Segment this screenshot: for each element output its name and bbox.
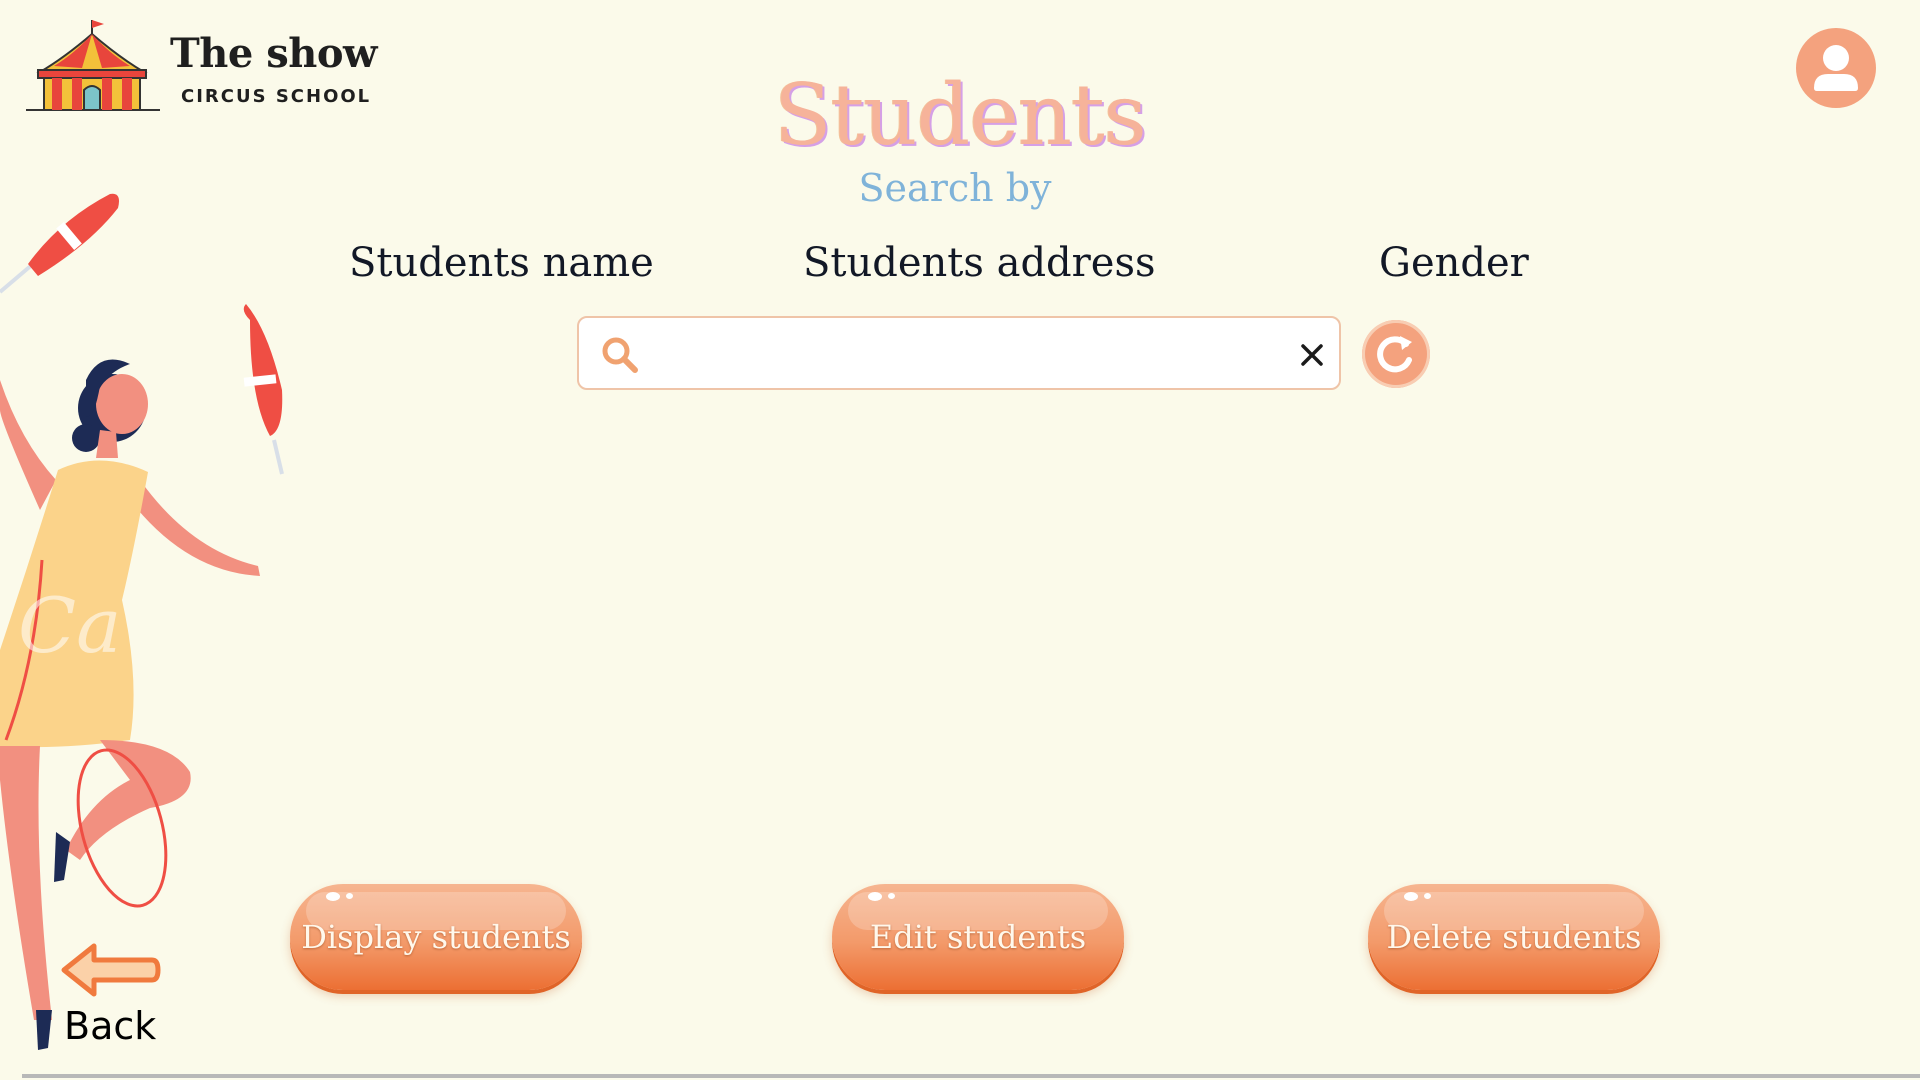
- filter-students-name[interactable]: Students name: [349, 240, 654, 286]
- highlight-dot: [888, 893, 895, 899]
- display-students-button[interactable]: Display students: [290, 884, 582, 990]
- svg-text:Ca: Ca: [18, 581, 121, 670]
- search-icon: [602, 337, 638, 373]
- back-arrow-icon[interactable]: [58, 940, 162, 1000]
- delete-students-button[interactable]: Delete students: [1368, 884, 1660, 990]
- highlight-dot: [1424, 893, 1431, 899]
- edit-students-button[interactable]: Edit students: [832, 884, 1124, 990]
- refresh-button[interactable]: [1362, 320, 1430, 388]
- filter-students-address[interactable]: Students address: [803, 240, 1156, 286]
- highlight-dot: [868, 892, 882, 901]
- highlight-dot: [1404, 892, 1418, 901]
- juggler-illustration: Ca: [0, 193, 284, 1050]
- display-students-label: Display students: [301, 918, 571, 956]
- filter-gender[interactable]: Gender: [1379, 240, 1529, 286]
- search-box: [577, 316, 1341, 390]
- highlight-dot: [326, 892, 340, 901]
- refresh-icon: [1377, 336, 1412, 373]
- page-title: Students: [774, 66, 1147, 164]
- bottom-divider: [22, 1074, 1920, 1078]
- delete-students-label: Delete students: [1386, 918, 1642, 956]
- close-icon[interactable]: [1295, 338, 1329, 372]
- back-button[interactable]: Back: [64, 1004, 156, 1048]
- search-input[interactable]: [659, 328, 1263, 380]
- edit-students-label: Edit students: [869, 918, 1087, 956]
- highlight-dot: [346, 893, 353, 899]
